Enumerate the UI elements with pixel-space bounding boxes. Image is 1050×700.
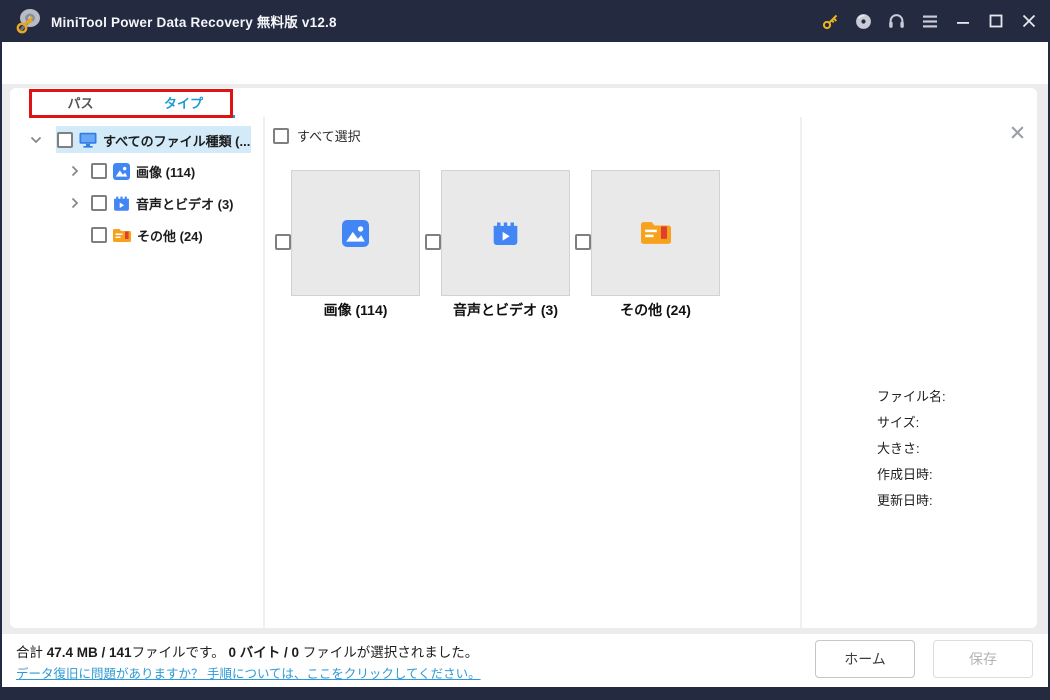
details-close-icon[interactable] — [1010, 125, 1025, 140]
summary-prefix: 合計 — [16, 645, 47, 660]
video-icon — [114, 196, 129, 211]
folder-icon — [113, 228, 131, 242]
tile-label-audio-video: 音声とビデオ (3) — [453, 302, 558, 318]
select-all-label: すべて選択 — [297, 129, 361, 144]
select-all-row: すべて選択 — [273, 126, 361, 145]
detail-label-created: 作成日時: — [877, 467, 933, 482]
tree-item-label: 音声とビデオ (3) — [136, 196, 234, 212]
close-icon[interactable] — [1020, 13, 1037, 30]
tile-images[interactable] — [291, 170, 420, 296]
titlebar: MiniTool Power Data Recovery 無料版 v12.8 — [0, 0, 1050, 42]
status-bar: 合計 47.4 MB / 141ファイルです。 0 バイト / 0 ファイルが選… — [2, 634, 1048, 687]
tree-item-images[interactable]: 画像 (114) — [69, 158, 195, 184]
video-icon — [493, 222, 518, 245]
content-panel: パス タイプ すべてのファイル種類 (... 画像 (114) 音声とビデオ (… — [10, 88, 1037, 628]
tab-type[interactable]: タイプ — [132, 88, 235, 117]
tree-item-all-file-types[interactable]: すべてのファイル種類 (... — [30, 127, 250, 153]
tab-path-label: パス — [67, 96, 94, 111]
tile-label-images: 画像 (114) — [323, 302, 388, 318]
tile-others[interactable] — [591, 170, 720, 296]
monitor-icon — [79, 132, 97, 148]
window-title: MiniTool Power Data Recovery 無料版 v12.8 — [51, 15, 337, 30]
tree-checkbox-audio-video[interactable] — [91, 195, 107, 211]
tree-item-label: 画像 (114) — [136, 164, 196, 180]
tile-audio-video[interactable] — [441, 170, 570, 296]
tree-main-divider — [263, 117, 265, 628]
summary-middle: ファイルです。 — [131, 645, 229, 660]
tree-item-label: その他 (24) — [137, 228, 203, 244]
detail-label-modified: 更新日時: — [877, 493, 933, 508]
support-headphones-icon[interactable] — [888, 13, 905, 30]
main-details-divider — [800, 117, 802, 628]
active-tab-underline — [132, 115, 235, 118]
summary-selected: 0 バイト / 0 — [228, 645, 299, 660]
tab-type-label: タイプ — [163, 96, 203, 111]
tile-label-others: その他 (24) — [620, 302, 691, 318]
tree-checkbox-all-file-types[interactable] — [57, 132, 73, 148]
detail-label-size: サイズ: — [877, 415, 920, 430]
recovery-help-link[interactable]: データ復旧に問題がありますか？ 手順については、ここをクリックしてください。 — [16, 663, 481, 682]
image-icon — [342, 219, 369, 247]
tree-checkbox-images[interactable] — [91, 163, 107, 179]
menu-icon[interactable] — [921, 13, 938, 30]
maximize-icon[interactable] — [987, 13, 1004, 30]
home-button[interactable]: ホーム — [815, 640, 915, 678]
window-bottom-edge — [0, 687, 1050, 700]
license-key-icon[interactable] — [822, 13, 839, 30]
select-all-checkbox[interactable] — [273, 127, 289, 144]
minimize-icon[interactable] — [954, 13, 971, 30]
summary-total: 47.4 MB / 141 — [46, 645, 132, 660]
tree-item-label: すべてのファイル種類 (... — [103, 133, 251, 149]
save-button[interactable]: 保存 — [933, 640, 1033, 678]
detail-label-dimensions: 大きさ: — [877, 441, 920, 456]
detail-label-filename: ファイル名: — [877, 389, 946, 404]
tree-item-audio-video[interactable]: 音声とビデオ (3) — [69, 190, 234, 216]
tree-item-others[interactable]: その他 (24) — [91, 222, 203, 248]
toolbar: フィルター プレビュー スキャン結果をエクスポート — [0, 42, 1050, 119]
summary-suffix: ファイルが選択されました。 — [299, 645, 479, 660]
chevron-down-icon[interactable] — [30, 134, 42, 146]
app-logo-icon — [16, 8, 40, 33]
tile-checkbox-audio-video[interactable] — [425, 234, 441, 250]
tree-checkbox-others[interactable] — [91, 227, 107, 243]
media-builder-icon[interactable] — [855, 13, 872, 30]
folder-icon — [640, 222, 671, 244]
tab-path[interactable]: パス — [29, 88, 132, 117]
image-icon — [113, 162, 130, 180]
titlebar-actions — [822, 0, 1037, 42]
summary-text: 合計 47.4 MB / 141ファイルです。 0 バイト / 0 ファイルが選… — [16, 641, 478, 661]
chevron-right-icon[interactable] — [69, 165, 81, 177]
tile-checkbox-others[interactable] — [575, 234, 591, 250]
tile-checkbox-images[interactable] — [275, 234, 291, 250]
chevron-right-icon[interactable] — [69, 197, 81, 209]
window-left-edge — [0, 42, 2, 700]
